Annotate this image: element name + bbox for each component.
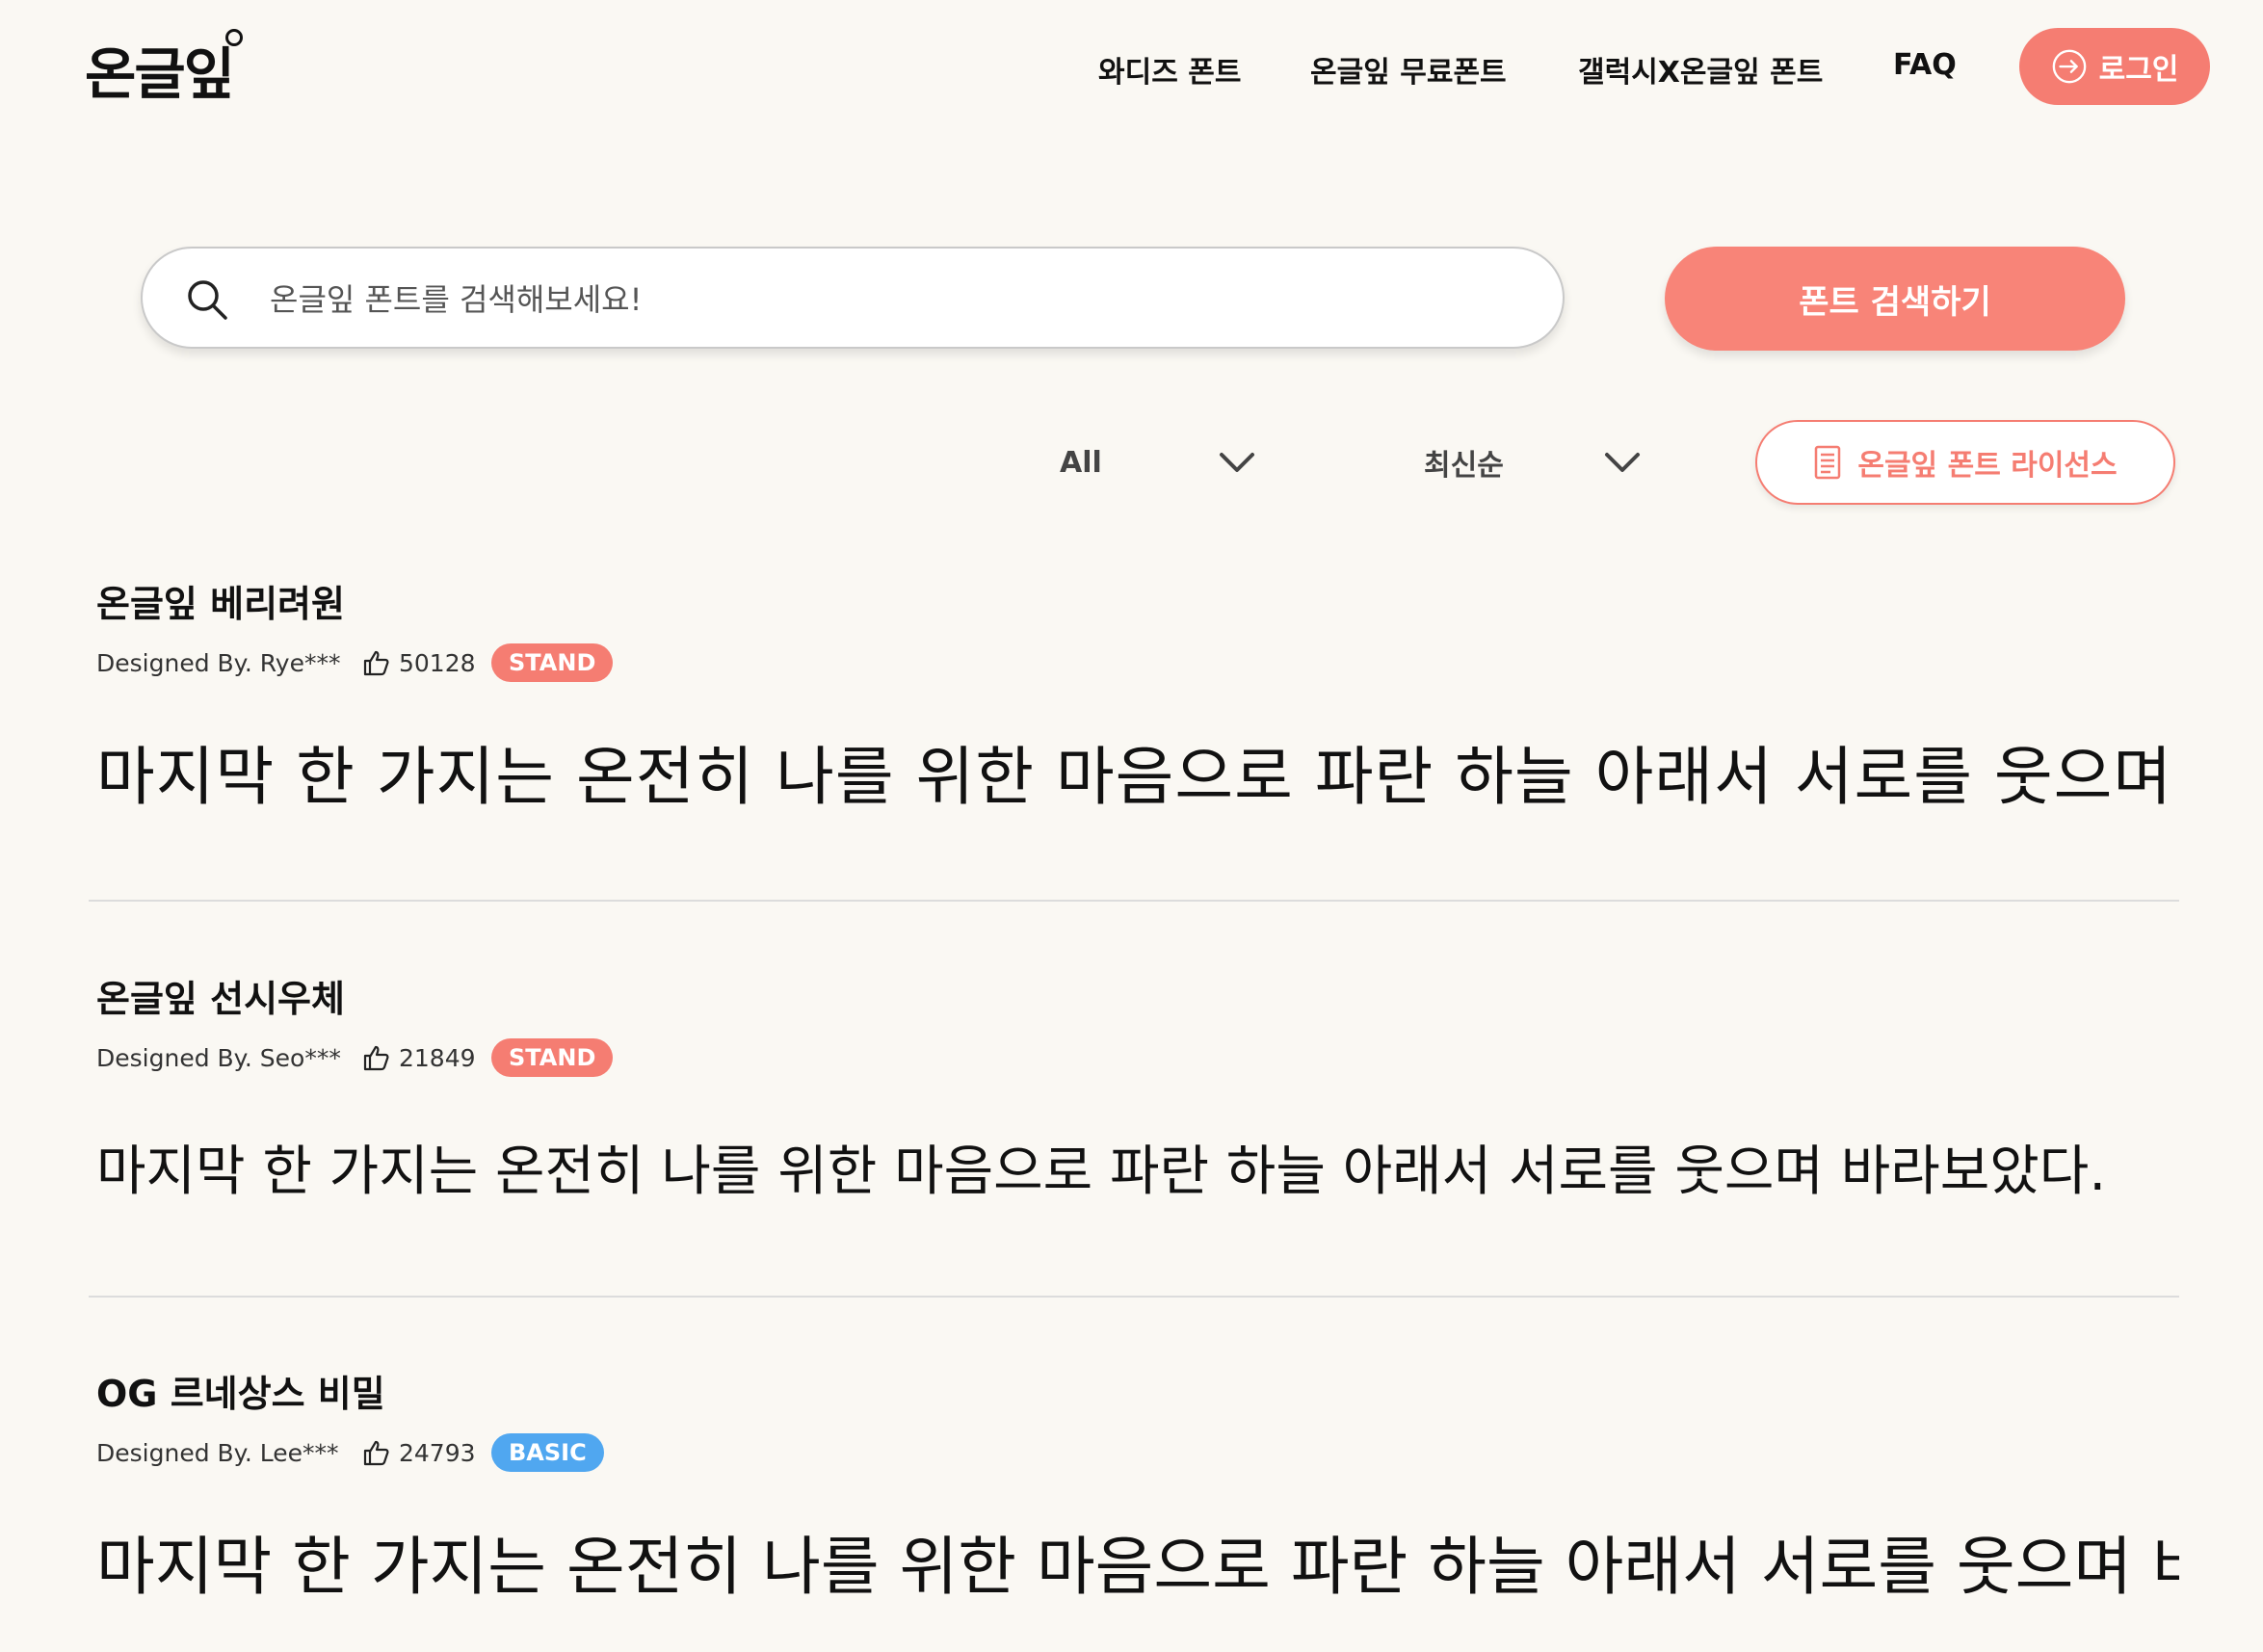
like-count[interactable]: 24793 bbox=[362, 1438, 491, 1467]
login-button[interactable]: 로그인 bbox=[2019, 28, 2210, 105]
designer: Designed By. Lee*** bbox=[96, 1438, 339, 1467]
nav-wadiz-fonts[interactable]: 와디즈 폰트 bbox=[1098, 48, 1241, 91]
login-arrow-icon bbox=[2052, 49, 2086, 84]
chevron-down-icon bbox=[1220, 453, 1254, 472]
category-dropdown[interactable]: All bbox=[1060, 435, 1262, 489]
license-button[interactable]: 온글잎 폰트 라이선스 bbox=[1755, 420, 2175, 505]
font-preview: 마지막 한 가지는 온전히 나를 위한 마음으로 파란 하늘 아래서 서로를 웃… bbox=[96, 740, 2179, 814]
license-label: 온글잎 폰트 라이선스 bbox=[1857, 449, 2118, 483]
sort-value: 최신순 bbox=[1424, 449, 1504, 483]
search-box[interactable] bbox=[141, 247, 1565, 349]
search-icon bbox=[188, 280, 227, 320]
font-name[interactable]: 온글잎 선시우체 bbox=[96, 969, 2179, 1020]
font-search-button[interactable]: 폰트 검색하기 bbox=[1665, 247, 2125, 351]
like-count[interactable]: 50128 bbox=[362, 648, 491, 677]
thumbs-up-icon bbox=[363, 1440, 389, 1466]
font-list-item[interactable]: OG 르네상스 비밀 Designed By. Lee*** 24793 BAS… bbox=[96, 1364, 2179, 1611]
sort-dropdown[interactable]: 최신순 bbox=[1424, 435, 1645, 489]
like-count-value: 24793 bbox=[399, 1438, 476, 1467]
font-meta: Designed By. Lee*** 24793 BASIC bbox=[96, 1433, 2179, 1472]
font-name[interactable]: 온글잎 베리려원 bbox=[96, 574, 2179, 625]
nav-free-fonts[interactable]: 온글잎 무료폰트 bbox=[1310, 48, 1507, 91]
font-preview: 마지막 한 가지는 온전히 나를 위한 마음으로 파란 하늘 아래서 서로를 웃… bbox=[96, 1141, 2107, 1203]
font-meta: Designed By. Rye*** 50128 STAND bbox=[96, 643, 2179, 682]
logo-dot bbox=[225, 29, 243, 46]
nav-galaxy-fonts[interactable]: 갤럭시X온글잎 폰트 bbox=[1578, 48, 1823, 91]
nav-faq[interactable]: FAQ bbox=[1893, 48, 1957, 82]
font-name[interactable]: OG 르네상스 비밀 bbox=[96, 1364, 2179, 1415]
like-count[interactable]: 21849 bbox=[362, 1043, 491, 1072]
designer: Designed By. Rye*** bbox=[96, 648, 341, 677]
thumbs-up-icon bbox=[363, 1045, 389, 1071]
license-badge: BASIC bbox=[491, 1433, 604, 1472]
font-preview: 마지막 한 가지는 온전히 나를 위한 마음으로 파란 하늘 아래서 서로를 웃… bbox=[96, 1530, 2179, 1604]
thumbs-up-icon bbox=[363, 650, 389, 676]
font-meta: Designed By. Seo*** 21849 STAND bbox=[96, 1038, 2179, 1077]
font-list-item[interactable]: 온글잎 선시우체 Designed By. Seo*** 21849 STAND… bbox=[96, 969, 2179, 1216]
category-value: All bbox=[1060, 445, 1102, 480]
search-input[interactable] bbox=[268, 272, 1524, 328]
document-icon bbox=[1815, 445, 1841, 480]
license-badge: STAND bbox=[491, 643, 614, 682]
divider bbox=[89, 1296, 2179, 1298]
divider bbox=[89, 900, 2179, 902]
like-count-value: 50128 bbox=[399, 648, 476, 677]
chevron-down-icon bbox=[1605, 453, 1640, 472]
font-list-item[interactable]: 온글잎 베리려원 Designed By. Rye*** 50128 STAND… bbox=[96, 574, 2179, 821]
logo[interactable]: 온글잎 bbox=[85, 29, 235, 110]
license-badge: STAND bbox=[491, 1038, 614, 1077]
designer: Designed By. Seo*** bbox=[96, 1043, 341, 1072]
like-count-value: 21849 bbox=[399, 1043, 476, 1072]
login-label: 로그인 bbox=[2098, 53, 2179, 87]
